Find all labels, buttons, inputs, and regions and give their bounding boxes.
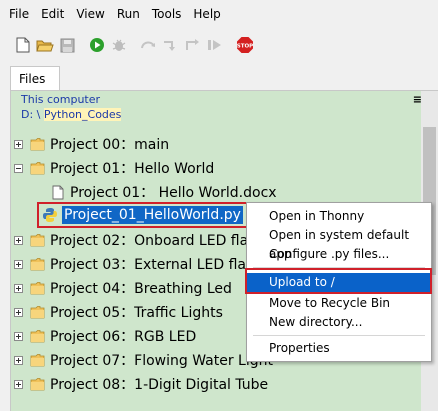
document-icon — [52, 185, 64, 199]
tree-item-folder[interactable]: Project 06：RGB LED — [14, 324, 196, 348]
tree-item-label: Project 04：Breathing Led — [50, 281, 232, 297]
folder-icon — [30, 258, 45, 271]
step-into-icon — [164, 41, 175, 51]
tree-item-folder[interactable]: Project 08：1-Digit Digital Tube — [14, 372, 268, 396]
menu-view[interactable]: View — [70, 0, 110, 28]
menu-file[interactable]: File — [0, 0, 35, 28]
tree-item-label: Project 02：Onboard LED flash — [50, 233, 265, 249]
expand-icon[interactable] — [14, 307, 23, 317]
menu-open-in-thonny[interactable]: Open in Thonny — [247, 207, 431, 226]
collapse-icon[interactable] — [14, 163, 23, 173]
tree-item-label: Project 07：Flowing Water Light — [50, 353, 273, 369]
upload-highlight-box — [245, 268, 432, 294]
step-out-button[interactable] — [182, 34, 204, 56]
new-file-icon — [16, 37, 30, 53]
tree-item-label: Project 01： Hello World.docx — [70, 185, 277, 201]
folder-icon — [30, 138, 45, 151]
menu-open-system-default[interactable]: Open in system default app — [247, 226, 431, 261]
menu-tools[interactable]: Tools — [146, 0, 188, 28]
expand-icon[interactable] — [14, 235, 23, 245]
menu-separator — [253, 335, 425, 336]
expand-icon[interactable] — [14, 283, 23, 293]
expand-icon[interactable] — [14, 379, 23, 389]
location-label: This computer — [21, 93, 101, 106]
tree-item-file-selected[interactable]: Project_01_HelloWorld.py — [37, 202, 248, 228]
path-prefix: D: \ — [21, 108, 44, 121]
expand-icon[interactable] — [14, 259, 23, 269]
open-folder-icon — [36, 40, 54, 51]
tree-item-folder[interactable]: Project 00：main — [14, 132, 169, 156]
folder-icon — [30, 330, 45, 343]
folder-icon — [30, 234, 45, 247]
open-file-button[interactable] — [34, 34, 56, 56]
menu-edit[interactable]: Edit — [35, 0, 70, 28]
run-icon — [90, 38, 104, 52]
run-button[interactable] — [86, 34, 108, 56]
menu-properties[interactable]: Properties — [247, 339, 431, 358]
folder-icon — [30, 162, 45, 175]
tree-item-folder[interactable]: Project 03：External LED flashing — [14, 252, 284, 276]
menu-move-to-recycle-bin[interactable]: Move to Recycle Bin — [247, 294, 431, 313]
resume-icon — [208, 40, 221, 50]
folder-icon — [30, 354, 45, 367]
expand-icon[interactable] — [14, 355, 23, 365]
menu-run[interactable]: Run — [111, 0, 146, 28]
files-tab[interactable]: Files × — [10, 66, 60, 110]
stop-button[interactable]: STOP — [234, 34, 256, 56]
step-into-button[interactable] — [160, 34, 182, 56]
tree-item-label: Project 05：Traffic Lights — [50, 305, 223, 321]
menu-new-directory[interactable]: New directory... — [247, 313, 431, 332]
step-over-button[interactable] — [138, 34, 160, 56]
tree-item-label: Project 06：RGB LED — [50, 329, 197, 345]
tree-item-folder[interactable]: Project 07：Flowing Water Light — [14, 348, 273, 372]
stop-icon: STOP — [237, 37, 253, 53]
new-file-button[interactable] — [12, 34, 34, 56]
menu-bar: File Edit View Run Tools Help — [0, 0, 438, 28]
tree-item-label: Project 08：1-Digit Digital Tube — [50, 377, 269, 393]
path-folder-link[interactable]: Python_Codes — [43, 108, 122, 121]
tree-item-folder[interactable]: Project 01：Hello World — [14, 156, 214, 180]
python-file-icon — [43, 208, 57, 222]
tree-item-label: Project 01：Hello World — [50, 161, 215, 177]
tree-item-label: Project 00：main — [50, 137, 170, 153]
bug-icon — [112, 39, 126, 51]
save-file-button[interactable] — [56, 34, 78, 56]
save-icon — [60, 38, 74, 52]
current-path: D: \ Python_Codes — [21, 108, 122, 121]
toolbar: STOP — [12, 34, 256, 56]
menu-configure-py-files[interactable]: Configure .py files... — [247, 245, 431, 264]
folder-icon — [30, 306, 45, 319]
svg-text:STOP: STOP — [237, 44, 253, 50]
tree-item-file[interactable]: Project 01： Hello World.docx — [52, 180, 277, 204]
tree-item-folder[interactable]: Project 05：Traffic Lights — [14, 300, 223, 324]
debug-button[interactable] — [108, 34, 130, 56]
tree-item-folder[interactable]: Project 02：Onboard LED flash — [14, 228, 264, 252]
expand-icon[interactable] — [14, 139, 23, 149]
resume-button[interactable] — [204, 34, 226, 56]
step-out-icon — [186, 39, 199, 50]
tree-item-label: Project_01_HelloWorld.py — [62, 206, 243, 224]
tree-item-folder[interactable]: Project 04：Breathing Led — [14, 276, 232, 300]
folder-icon — [30, 378, 45, 391]
step-over-icon — [141, 41, 155, 49]
files-tab-label: Files — [19, 72, 46, 86]
folder-icon — [30, 282, 45, 295]
menu-help[interactable]: Help — [187, 0, 226, 28]
expand-icon[interactable] — [14, 331, 23, 341]
